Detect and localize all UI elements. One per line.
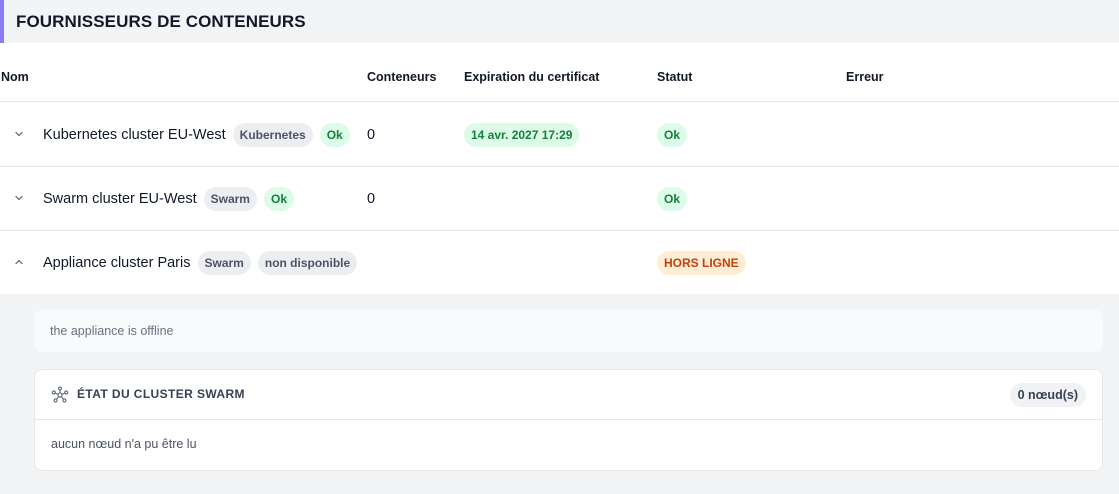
provider-name[interactable]: Appliance cluster Paris bbox=[43, 255, 191, 271]
containers-count: 0 bbox=[367, 191, 376, 207]
column-header-status[interactable]: Statut bbox=[657, 70, 692, 84]
table-row[interactable]: Appliance cluster Paris Swarm non dispon… bbox=[0, 231, 1119, 295]
column-header-cert-expiration[interactable]: Expiration du certificat bbox=[464, 70, 599, 84]
column-header-error[interactable]: Erreur bbox=[846, 70, 884, 84]
chevron-down-icon[interactable] bbox=[14, 193, 24, 203]
provider-type-badge: Swarm bbox=[197, 251, 251, 275]
provider-name-cell: Appliance cluster Paris Swarm non dispon… bbox=[43, 251, 358, 275]
provider-state-badge: non disponible bbox=[257, 251, 358, 275]
page-title: FOURNISSEURS DE CONTENEURS bbox=[16, 11, 306, 31]
card-header: ÉTAT DU CLUSTER SWARM 0 nœud(s) bbox=[35, 370, 1102, 420]
card-title: ÉTAT DU CLUSTER SWARM bbox=[77, 387, 245, 401]
provider-name[interactable]: Swarm cluster EU-West bbox=[43, 191, 197, 207]
column-header-name[interactable]: Nom bbox=[1, 70, 29, 84]
cluster-icon bbox=[51, 386, 69, 404]
section-header: FOURNISSEURS DE CONTENEURS bbox=[0, 0, 1119, 43]
provider-state-badge: Ok bbox=[263, 187, 294, 211]
provider-name-cell: Kubernetes cluster EU-West Kubernetes Ok bbox=[43, 123, 350, 147]
table-row[interactable]: Swarm cluster EU-West Swarm Ok 0 Ok bbox=[0, 167, 1119, 231]
column-header-containers[interactable]: Conteneurs bbox=[367, 70, 436, 84]
table-header: Nom Conteneurs Expiration du certificat … bbox=[0, 58, 1119, 102]
expanded-row-details: the appliance is offline ÉTAT DU CLUSTER… bbox=[0, 294, 1119, 494]
provider-state-badge: Ok bbox=[319, 123, 350, 147]
provider-type-badge: Swarm bbox=[203, 187, 257, 211]
provider-name[interactable]: Kubernetes cluster EU-West bbox=[43, 127, 226, 143]
provider-name-cell: Swarm cluster EU-West Swarm Ok bbox=[43, 187, 294, 211]
status-badge: HORS LIGNE bbox=[657, 251, 746, 275]
status-badge: Ok bbox=[657, 187, 688, 211]
card-body-text: aucun nœud n'a pu être lu bbox=[51, 437, 197, 451]
cert-expiration-badge: 14 avr. 2027 17:29 bbox=[464, 123, 580, 147]
table-row[interactable]: Kubernetes cluster EU-West Kubernetes Ok… bbox=[0, 103, 1119, 167]
node-count-badge: 0 nœud(s) bbox=[1009, 383, 1086, 407]
chevron-up-icon[interactable] bbox=[14, 257, 24, 267]
containers-count: 0 bbox=[367, 127, 376, 143]
error-message-box: the appliance is offline bbox=[34, 310, 1103, 352]
error-message: the appliance is offline bbox=[50, 324, 174, 338]
swarm-cluster-card: ÉTAT DU CLUSTER SWARM 0 nœud(s) aucun nœ… bbox=[34, 369, 1103, 471]
status-badge: Ok bbox=[657, 123, 688, 147]
chevron-down-icon[interactable] bbox=[14, 129, 24, 139]
provider-type-badge: Kubernetes bbox=[232, 123, 313, 147]
